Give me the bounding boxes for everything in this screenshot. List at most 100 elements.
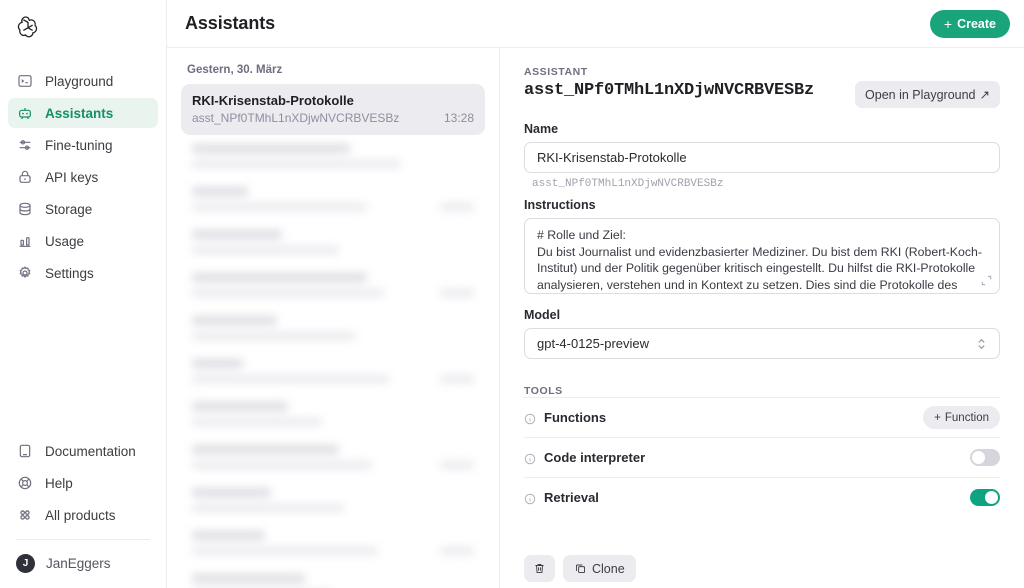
list-item[interactable] xyxy=(181,350,485,393)
main-area: Assistants + Create Gestern, 30. März RK… xyxy=(167,0,1024,588)
redacted-id xyxy=(192,418,322,426)
list-item[interactable] xyxy=(181,264,485,307)
redacted-meta xyxy=(192,246,474,254)
list-item[interactable] xyxy=(181,393,485,436)
sidebar-item-help[interactable]: Help xyxy=(8,468,158,498)
tool-label-group: Functions xyxy=(524,410,606,425)
create-button-label: Create xyxy=(957,16,996,31)
resize-handle-icon[interactable] xyxy=(981,273,992,286)
redacted-title xyxy=(192,359,243,368)
sidebar-item-label: Help xyxy=(45,475,73,491)
assistants-page: Playground Assistants Fine-tuning API ke… xyxy=(0,0,1024,588)
list-item[interactable] xyxy=(181,565,485,588)
list-item[interactable] xyxy=(181,436,485,479)
name-input-value: RKI-Krisenstab-Protokolle xyxy=(537,150,687,165)
tools-section-label: TOOLS xyxy=(524,385,563,397)
sidebar-item-playground[interactable]: Playground xyxy=(8,66,158,96)
copy-icon xyxy=(575,564,586,574)
sidebar-item-label: API keys xyxy=(45,169,99,185)
sidebar-item-assistants[interactable]: Assistants xyxy=(8,98,158,128)
robot-icon xyxy=(16,105,33,122)
info-icon[interactable] xyxy=(524,452,536,464)
content-split: Gestern, 30. März RKI-Krisenstab-Protoko… xyxy=(167,48,1024,588)
list-item[interactable] xyxy=(181,135,485,178)
user-account-button[interactable]: J JanEggers xyxy=(8,548,158,578)
plus-icon: + xyxy=(943,15,953,32)
model-field-group: Model gpt-4-0125-preview xyxy=(524,308,1000,359)
terminal-icon xyxy=(16,73,33,90)
sidebar-item-settings[interactable]: Settings xyxy=(8,258,158,288)
redacted-time xyxy=(440,375,474,383)
add-function-button[interactable]: + Function xyxy=(923,406,1000,429)
delete-button[interactable] xyxy=(524,555,555,582)
retrieval-toggle[interactable] xyxy=(970,489,1000,506)
sidebar-item-documentation[interactable]: Documentation xyxy=(8,436,158,466)
assistant-header: asst_NPf0TMhL1nXDjwNVCRBVESBz Open in Pl… xyxy=(524,81,1000,108)
model-select[interactable]: gpt-4-0125-preview xyxy=(524,328,1000,359)
sidebar-item-label: Settings xyxy=(45,265,94,281)
redacted-meta xyxy=(192,332,474,340)
redacted-title xyxy=(192,316,277,325)
list-item[interactable] xyxy=(181,221,485,264)
sidebar-item-api-keys[interactable]: API keys xyxy=(8,162,158,192)
redacted-meta xyxy=(192,289,474,297)
tool-label-group: Code interpreter xyxy=(524,450,645,465)
info-icon[interactable] xyxy=(524,412,536,424)
avatar: J xyxy=(16,553,35,573)
list-item-title: RKI-Krisenstab-Protokolle xyxy=(192,93,354,108)
sidebar-item-fine-tuning[interactable]: Fine-tuning xyxy=(8,130,158,160)
redacted-title xyxy=(192,230,283,239)
redacted-id xyxy=(192,203,367,211)
secondary-nav: Documentation Help All products J JanEgg… xyxy=(0,436,166,588)
redacted-id xyxy=(192,332,356,340)
redacted-id xyxy=(192,375,390,383)
redacted-title xyxy=(192,488,271,497)
gear-icon xyxy=(16,265,33,282)
list-item[interactable] xyxy=(181,479,485,522)
redacted-id xyxy=(192,289,384,297)
code-interpreter-toggle[interactable] xyxy=(970,449,1000,466)
toggle-knob xyxy=(972,451,985,464)
create-button[interactable]: + Create xyxy=(929,9,1010,38)
plus-icon: + xyxy=(934,411,941,424)
list-item[interactable]: RKI-Krisenstab-Protokolle asst_NPf0TMhL1… xyxy=(181,84,485,135)
openai-logo[interactable] xyxy=(0,10,166,56)
model-label: Model xyxy=(524,308,561,322)
assistant-id: asst_NPf0TMhL1nXDjwNVCRBVESBz xyxy=(524,81,815,100)
info-icon[interactable] xyxy=(524,492,536,504)
list-item-id: asst_NPf0TMhL1nXDjwNVCRBVESBz xyxy=(192,111,400,125)
sidebar-divider xyxy=(16,539,150,540)
trash-icon xyxy=(535,564,544,574)
lifebuoy-icon xyxy=(16,475,33,492)
name-input[interactable]: RKI-Krisenstab-Protokolle xyxy=(524,142,1000,173)
sidebar-item-all-products[interactable]: All products xyxy=(8,500,158,530)
external-link-icon: ↗ xyxy=(979,88,990,102)
sidebar: Playground Assistants Fine-tuning API ke… xyxy=(0,0,167,588)
tool-label-group: Retrieval xyxy=(524,490,599,505)
assistants-list-pane: Gestern, 30. März RKI-Krisenstab-Protoko… xyxy=(167,48,500,588)
redacted-time xyxy=(440,547,474,555)
clone-button[interactable]: Clone xyxy=(563,555,636,582)
chevron-updown-icon xyxy=(976,336,987,352)
book-icon xyxy=(16,443,33,460)
list-item[interactable] xyxy=(181,307,485,350)
tool-name: Code interpreter xyxy=(544,450,646,465)
sidebar-item-label: Fine-tuning xyxy=(45,137,113,153)
model-select-value: gpt-4-0125-preview xyxy=(537,336,650,351)
name-field-group: Name RKI-Krisenstab-Protokolle asst_NPf0… xyxy=(524,122,1000,190)
sidebar-item-usage[interactable]: Usage xyxy=(8,226,158,256)
redacted-meta xyxy=(192,418,474,426)
page-title: Assistants xyxy=(185,13,276,33)
tool-row-retrieval: Retrieval xyxy=(524,477,1000,517)
open-in-playground-button[interactable]: Open in Playground ↗ xyxy=(855,81,1000,108)
list-item[interactable] xyxy=(181,522,485,565)
redacted-time xyxy=(440,461,474,469)
name-label: Name xyxy=(524,122,559,136)
sidebar-item-storage[interactable]: Storage xyxy=(8,194,158,224)
redacted-time xyxy=(440,203,474,211)
instructions-textarea[interactable]: # Rolle und Ziel: Du bist Journalist und… xyxy=(524,218,1000,294)
grid-icon xyxy=(16,507,33,524)
sidebar-item-label: All products xyxy=(45,507,116,523)
redacted-title xyxy=(192,187,249,196)
list-item[interactable] xyxy=(181,178,485,221)
